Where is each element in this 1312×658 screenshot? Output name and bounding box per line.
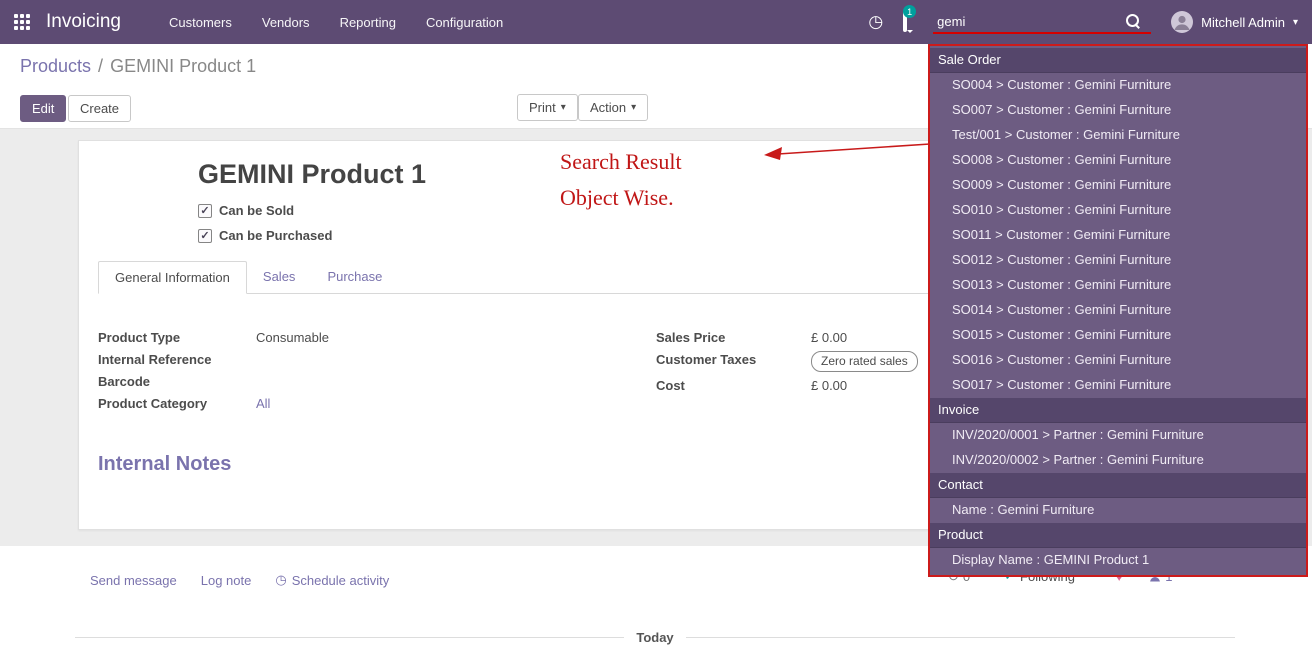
field-value[interactable]: All: [256, 395, 270, 412]
navbar-search: [933, 10, 1151, 34]
field-label: Product Category: [98, 395, 256, 412]
field-label: Sales Price: [656, 329, 811, 346]
schedule-activity-link[interactable]: ◷ Schedule activity: [275, 572, 389, 588]
send-message-label: Send message: [90, 573, 177, 588]
tax-tag[interactable]: Zero rated sales: [811, 351, 918, 372]
dropdown-result-item[interactable]: SO014 > Customer : Gemini Furniture: [930, 298, 1306, 323]
messages-icon[interactable]: 1: [903, 13, 907, 31]
dropdown-result-item[interactable]: SO013 > Customer : Gemini Furniture: [930, 273, 1306, 298]
navbar-menus: Customers Vendors Reporting Configuration: [169, 15, 503, 30]
user-menu[interactable]: Mitchell Admin ▾: [1171, 11, 1298, 33]
dropdown-result-item[interactable]: SO008 > Customer : Gemini Furniture: [930, 148, 1306, 173]
dropdown-result-item[interactable]: SO016 > Customer : Gemini Furniture: [930, 348, 1306, 373]
tab-purchase[interactable]: Purchase: [311, 261, 398, 293]
dropdown-result-item[interactable]: SO004 > Customer : Gemini Furniture: [930, 73, 1306, 98]
dropdown-result-item[interactable]: SO010 > Customer : Gemini Furniture: [930, 198, 1306, 223]
field-row: Product TypeConsumable: [98, 329, 578, 346]
field-label: Cost: [656, 377, 811, 394]
left-fields: Product TypeConsumableInternal Reference…: [98, 329, 578, 417]
edit-button[interactable]: Edit: [20, 95, 66, 122]
dropdown-result-item[interactable]: SO011 > Customer : Gemini Furniture: [930, 223, 1306, 248]
field-row: Internal Reference: [98, 351, 578, 368]
dropdown-result-item[interactable]: SO007 > Customer : Gemini Furniture: [930, 98, 1306, 123]
edit-button-label: Edit: [32, 101, 54, 116]
field-label: Customer Taxes: [656, 351, 811, 372]
caret-down-icon: ▾: [561, 102, 566, 113]
dropdown-result-item[interactable]: Name : Gemini Furniture: [930, 498, 1306, 523]
action-dropdown-button[interactable]: Action ▾: [578, 94, 648, 121]
top-navbar: Invoicing Customers Vendors Reporting Confi…: [0, 0, 1312, 44]
dropdown-result-item[interactable]: Test/001 > Customer : Gemini Furniture: [930, 123, 1306, 148]
breadcrumb-current: GEMINI Product 1: [110, 56, 256, 77]
field-value: £ 0.00: [811, 377, 847, 394]
checkbox[interactable]: ✓: [198, 204, 212, 218]
dropdown-result-item[interactable]: Display Name : GEMINI Product 1: [930, 548, 1306, 573]
field-row: Barcode: [98, 373, 578, 390]
breadcrumb-products[interactable]: Products: [20, 56, 91, 77]
caret-down-icon: ▾: [1293, 17, 1298, 28]
field-value: Zero rated sales: [811, 351, 918, 372]
avatar: [1171, 11, 1193, 33]
navbar-menu-configuration[interactable]: Configuration: [426, 15, 503, 30]
product-flag-row: ✓ Can be Purchased: [198, 228, 332, 243]
create-button-label: Create: [80, 101, 119, 116]
field-label: Barcode: [98, 373, 256, 390]
checkbox-label: Can be Purchased: [219, 228, 332, 243]
breadcrumb-separator: /: [98, 56, 103, 77]
user-name: Mitchell Admin: [1201, 15, 1285, 30]
chatter-links: Send message Log note ◷ Schedule activit…: [90, 572, 389, 588]
apps-grid-icon[interactable]: [14, 14, 30, 30]
dropdown-result-item[interactable]: INV/2020/0001 > Partner : Gemini Furnitu…: [930, 423, 1306, 448]
dropdown-result-item[interactable]: SO017 > Customer : Gemini Furniture: [930, 373, 1306, 398]
search-input[interactable]: [937, 14, 1125, 29]
print-button-label: Print: [529, 100, 556, 115]
dropdown-group-sale-order: Sale Order: [930, 48, 1306, 73]
caret-down-icon: ▾: [631, 102, 636, 113]
product-flag-row: ✓ Can be Sold: [198, 203, 332, 218]
log-note-label: Log note: [201, 573, 252, 588]
dropdown-result-item[interactable]: INV/2020/0002 > Partner : Gemini Furnitu…: [930, 448, 1306, 473]
dropdown-result-item[interactable]: SO012 > Customer : Gemini Furniture: [930, 248, 1306, 273]
field-value: Consumable: [256, 329, 329, 346]
log-note-link[interactable]: Log note: [201, 572, 252, 588]
field-row: Product CategoryAll: [98, 395, 578, 412]
print-dropdown-button[interactable]: Print ▾: [517, 94, 578, 121]
navbar-right: ◷ 1 Mitchell Admin ▾: [868, 10, 1298, 34]
internal-notes-heading: Internal Notes: [98, 453, 231, 476]
dropdown-group-contact: Contact: [930, 473, 1306, 498]
annotation-arrow-icon: [752, 134, 934, 166]
navbar-menu-reporting[interactable]: Reporting: [340, 15, 396, 30]
dropdown-result-item[interactable]: SO009 > Customer : Gemini Furniture: [930, 173, 1306, 198]
tab-sales[interactable]: Sales: [247, 261, 312, 293]
today-label: Today: [636, 630, 673, 645]
create-button[interactable]: Create: [68, 95, 131, 122]
today-divider: Today: [75, 630, 1235, 645]
tab-general-information[interactable]: General Information: [98, 261, 247, 294]
navbar-menu-customers[interactable]: Customers: [169, 15, 232, 30]
messages-badge: 1: [903, 5, 916, 18]
checkbox[interactable]: ✓: [198, 229, 212, 243]
field-label: Product Type: [98, 329, 256, 346]
action-button-label: Action: [590, 100, 626, 115]
dropdown-group-product: Product: [930, 523, 1306, 548]
clock-icon: ◷: [275, 572, 286, 588]
search-icon[interactable]: [1125, 13, 1141, 29]
dropdown-group-invoice: Invoice: [930, 398, 1306, 423]
field-label: Internal Reference: [98, 351, 256, 368]
activities-icon[interactable]: ◷: [868, 12, 883, 32]
annotation-line-2: Object Wise.: [560, 180, 682, 216]
annotation-line-1: Search Result: [560, 144, 682, 180]
app-name[interactable]: Invoicing: [46, 11, 121, 33]
product-flags: ✓ Can be Sold ✓ Can be Purchased: [198, 203, 332, 253]
checkbox-label: Can be Sold: [219, 203, 294, 218]
dropdown-result-item[interactable]: SO015 > Customer : Gemini Furniture: [930, 323, 1306, 348]
product-title: GEMINI Product 1: [198, 159, 426, 190]
send-message-link[interactable]: Send message: [90, 572, 177, 588]
search-dropdown: Sale OrderSO004 > Customer : Gemini Furn…: [928, 44, 1308, 577]
navbar-menu-vendors[interactable]: Vendors: [262, 15, 310, 30]
field-value: £ 0.00: [811, 329, 847, 346]
annotation-text: Search Result Object Wise.: [560, 144, 682, 216]
schedule-activity-label: Schedule activity: [292, 573, 390, 588]
